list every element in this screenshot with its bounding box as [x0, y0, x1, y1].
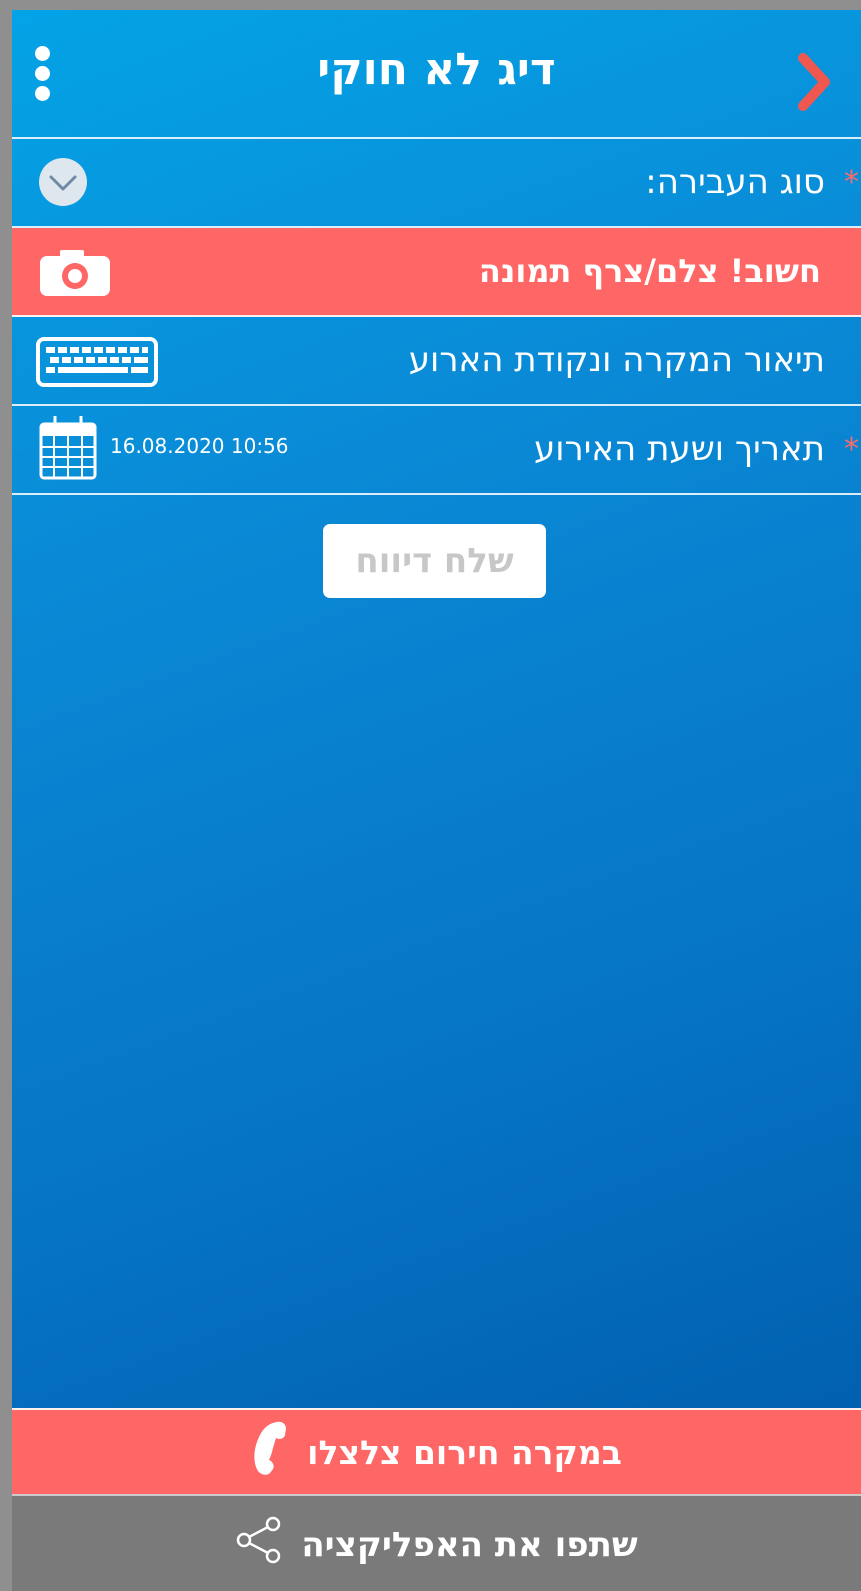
app-header: דיג לא חוקי [12, 10, 861, 139]
datetime-value: 16.08.2020 10:56 [110, 434, 289, 458]
datetime-label: תאריך ושעת האירוע [533, 429, 825, 469]
app-screen: דיג לא חוקי * סוג העבירה: חשוב! צלם/צרף … [12, 10, 861, 1591]
send-report-button[interactable]: שלח דיווח [323, 524, 546, 598]
attach-photo-row[interactable]: חשוב! צלם/צרף תמונה [12, 228, 861, 317]
violation-type-label: סוג העבירה: [645, 162, 825, 202]
page-title: דיג לא חוקי [317, 44, 556, 95]
share-label: שתפו את האפליקציה [301, 1524, 638, 1565]
chevron-down-icon[interactable] [38, 157, 88, 211]
violation-type-select[interactable]: * סוג העבירה: [12, 139, 861, 228]
chevron-right-icon[interactable] [795, 52, 831, 112]
device-frame: דיג לא חוקי * סוג העבירה: חשוב! צלם/צרף … [0, 0, 861, 1591]
datetime-row[interactable]: * תאריך ושעת האירוע 16.08.2020 10:56 [12, 406, 861, 495]
share-icon [235, 1516, 283, 1573]
description-row[interactable]: תיאור המקרה ונקודת הארוע [12, 317, 861, 406]
share-app-button[interactable]: שתפו את האפליקציה [12, 1494, 861, 1591]
required-marker: * [844, 165, 859, 200]
phone-icon [251, 1420, 289, 1484]
description-label: תיאור המקרה ונקודת הארוע [408, 340, 825, 380]
keyboard-icon[interactable] [36, 337, 158, 391]
emergency-label: במקרה חירום צלצלו [307, 1432, 622, 1472]
emergency-call-button[interactable]: במקרה חירום צלצלו [12, 1408, 861, 1494]
photo-label: חשוב! צלם/צרף תמונה [478, 252, 821, 290]
camera-icon[interactable] [40, 250, 110, 300]
calendar-icon[interactable] [38, 414, 98, 484]
required-marker: * [844, 432, 859, 467]
